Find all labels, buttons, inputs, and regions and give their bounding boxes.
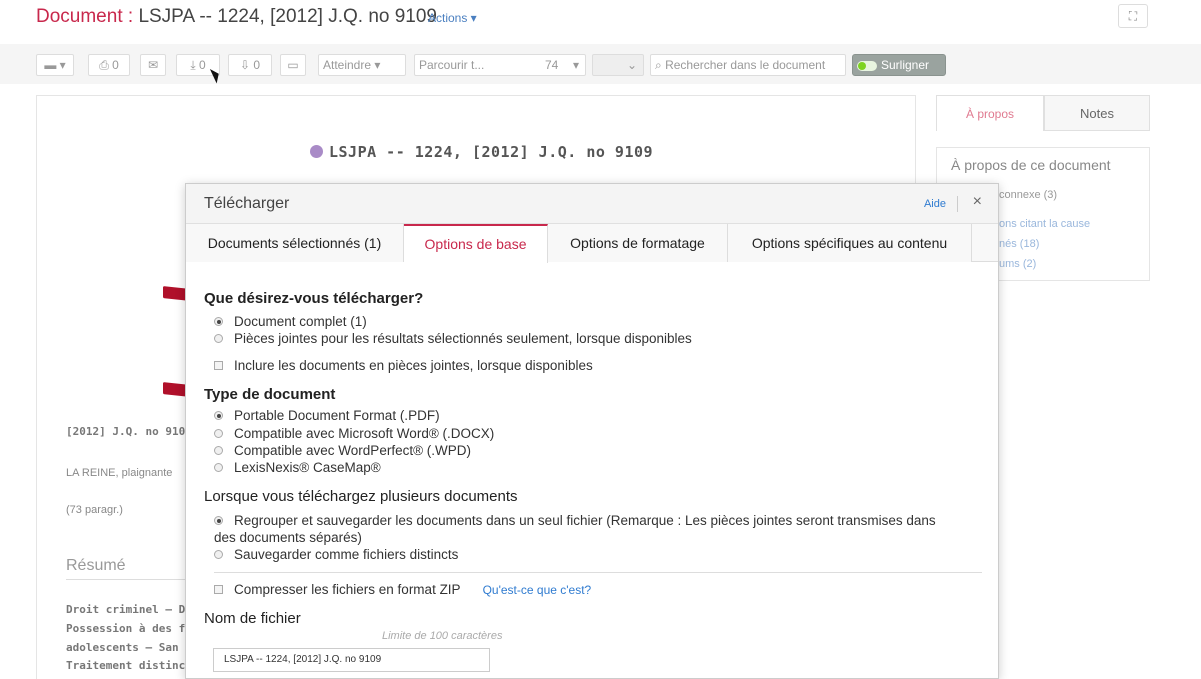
option-single-file-continued: des documents séparés) bbox=[214, 530, 362, 545]
option-wpd[interactable]: Compatible avec WordPerfect® (.WPD) bbox=[214, 443, 471, 458]
zip-checkbox-row[interactable]: Compresser les fichiers en format ZIP Qu'… bbox=[214, 582, 591, 597]
document-title: Document : LSJPA -- 1224, [2012] J.Q. no… bbox=[36, 6, 437, 28]
dialog-title: Télécharger bbox=[204, 195, 290, 212]
save-count: 0 bbox=[253, 58, 261, 72]
radio[interactable] bbox=[214, 550, 223, 559]
chevron-down-icon[interactable]: ⌄ bbox=[592, 54, 644, 76]
summary-title: Résumé bbox=[66, 557, 186, 580]
dialog-header: Télécharger Aide × bbox=[186, 184, 998, 224]
option-docx[interactable]: Compatible avec Microsoft Word® (.DOCX) bbox=[214, 426, 494, 441]
option-pdf[interactable]: Portable Document Format (.PDF) bbox=[214, 408, 440, 423]
close-icon[interactable]: × bbox=[973, 193, 982, 211]
download-dialog: Télécharger Aide × Documents sélectionné… bbox=[185, 183, 999, 679]
actions-menu[interactable]: Actions ▾ bbox=[428, 11, 477, 25]
search-input[interactable]: ⌕ Rechercher dans le document bbox=[650, 54, 846, 76]
checkbox[interactable] bbox=[214, 361, 223, 370]
summary-line: adolescents — San bbox=[66, 641, 179, 654]
type-section-title: Type de document bbox=[204, 386, 336, 403]
dialog-body: Que désirez-vous télécharger? Document c… bbox=[186, 262, 998, 679]
dialog-tabs: Documents sélectionnés (1) Options de ba… bbox=[186, 224, 998, 263]
header-divider bbox=[957, 196, 958, 212]
radio-selected[interactable] bbox=[214, 516, 223, 525]
search-placeholder: Rechercher dans le document bbox=[665, 58, 826, 72]
radio[interactable] bbox=[214, 429, 223, 438]
summary-line: Droit criminel — Dé bbox=[66, 603, 192, 616]
browse-count: 74 bbox=[545, 58, 559, 72]
document-icon[interactable]: ▭ bbox=[280, 54, 306, 76]
about-line[interactable]: nés (18) bbox=[999, 238, 1039, 250]
page: Document : LSJPA -- 1224, [2012] J.Q. no… bbox=[0, 0, 1201, 679]
radio-selected[interactable] bbox=[214, 317, 223, 326]
print-button[interactable]: ⎙ 0 bbox=[88, 54, 130, 76]
highlight-label: Surligner bbox=[881, 58, 930, 72]
document-name: LSJPA -- 1224, [2012] J.Q. no 9109 bbox=[138, 6, 438, 27]
email-icon[interactable]: ✉ bbox=[140, 54, 166, 76]
about-line[interactable]: ons citant la cause bbox=[999, 218, 1090, 230]
expand-icon[interactable]: ⛶ bbox=[1118, 4, 1148, 28]
zip-label: Compresser les fichiers en format ZIP bbox=[234, 582, 461, 597]
zip-help-link[interactable]: Qu'est-ce que c'est? bbox=[483, 583, 592, 597]
what-section-title: Que désirez-vous télécharger? bbox=[204, 290, 424, 307]
option-label: LexisNexis® CaseMap® bbox=[234, 460, 381, 475]
tab-about[interactable]: À propos bbox=[936, 95, 1044, 131]
document-citation: [2012] J.Q. no 910 bbox=[66, 425, 186, 438]
toggle-icon bbox=[857, 60, 877, 71]
option-attachments-only[interactable]: Pièces jointes pour les résultats sélect… bbox=[214, 331, 692, 346]
browse-label: Parcourir t... bbox=[419, 58, 485, 72]
document-heading-text: LSJPA -- 1224, [2012] J.Q. no 9109 bbox=[329, 143, 654, 161]
option-label: Compatible avec Microsoft Word® (.DOCX) bbox=[234, 426, 495, 441]
goto-dropdown[interactable]: Atteindre ▾ bbox=[318, 54, 406, 76]
checkbox[interactable] bbox=[214, 585, 223, 594]
save-button[interactable]: ⇩ 0 bbox=[228, 54, 272, 76]
radio[interactable] bbox=[214, 446, 223, 455]
about-title: À propos de ce document bbox=[951, 157, 1111, 173]
multi-section-title: Lorsque vous téléchargez plusieurs docum… bbox=[204, 488, 518, 505]
option-label: Document complet (1) bbox=[234, 314, 367, 329]
option-label: Pièces jointes pour les résultats sélect… bbox=[234, 331, 692, 346]
filename-limit: Limite de 100 caractères bbox=[382, 630, 503, 642]
tab-selected-documents[interactable]: Documents sélectionnés (1) bbox=[186, 224, 404, 262]
about-line[interactable]: connexe (3) bbox=[999, 189, 1057, 201]
top-bar: Document : LSJPA -- 1224, [2012] J.Q. no… bbox=[0, 0, 1201, 40]
option-casemap[interactable]: LexisNexis® CaseMap® bbox=[214, 460, 381, 475]
document-paragraphs: (73 paragr.) bbox=[66, 504, 123, 516]
option-label: Sauvegarder comme fichiers distincts bbox=[234, 547, 459, 562]
tab-formatting-options[interactable]: Options de formatage bbox=[548, 224, 728, 262]
summary-line: Traitement distinct bbox=[66, 659, 192, 672]
document-toolbar: ▬ ▾ ⎙ 0 ✉ ⤓ 0 ⇩ 0 ▭ Atteindre ▾ Parcouri… bbox=[0, 44, 1201, 84]
filename-title: Nom de fichier bbox=[204, 610, 301, 627]
section-divider bbox=[214, 572, 982, 573]
radio[interactable] bbox=[214, 334, 223, 343]
option-separate-files[interactable]: Sauvegarder comme fichiers distincts bbox=[214, 547, 458, 562]
option-full-document[interactable]: Document complet (1) bbox=[214, 314, 367, 329]
document-label: Document : bbox=[36, 6, 134, 27]
option-label: Regrouper et sauvegarder les documents d… bbox=[234, 513, 936, 528]
download-count: 0 bbox=[198, 58, 206, 72]
document-status-icon bbox=[310, 145, 323, 158]
tab-basic-options[interactable]: Options de base bbox=[404, 224, 548, 263]
browse-dropdown[interactable]: Parcourir t... 74 ▾ bbox=[414, 54, 586, 76]
document-parties: LA REINE, plaignante bbox=[66, 467, 173, 479]
option-label: Portable Document Format (.PDF) bbox=[234, 408, 440, 423]
option-label: Inclure les documents en pièces jointes,… bbox=[234, 358, 593, 373]
tab-content-options[interactable]: Options spécifiques au contenu bbox=[728, 224, 972, 262]
help-link[interactable]: Aide bbox=[924, 198, 946, 210]
summary-line: Possession à des fi bbox=[66, 622, 192, 635]
about-line[interactable]: ums (2) bbox=[999, 258, 1036, 270]
highlight-toggle[interactable]: Surligner bbox=[852, 54, 946, 76]
radio[interactable] bbox=[214, 463, 223, 472]
filename-input[interactable]: LSJPA -- 1224, [2012] J.Q. no 9109 bbox=[213, 648, 490, 672]
option-single-file[interactable]: Regrouper et sauvegarder les documents d… bbox=[214, 513, 936, 528]
goto-label: Atteindre bbox=[323, 58, 372, 72]
include-attachments-checkbox[interactable]: Inclure les documents en pièces jointes,… bbox=[214, 358, 593, 373]
document-heading: LSJPA -- 1224, [2012] J.Q. no 9109 bbox=[310, 143, 653, 161]
radio-selected[interactable] bbox=[214, 411, 223, 420]
print-count: 0 bbox=[112, 58, 119, 72]
folder-icon[interactable]: ▬ ▾ bbox=[36, 54, 74, 76]
option-label: Compatible avec WordPerfect® (.WPD) bbox=[234, 443, 472, 458]
tab-notes[interactable]: Notes bbox=[1044, 95, 1150, 131]
